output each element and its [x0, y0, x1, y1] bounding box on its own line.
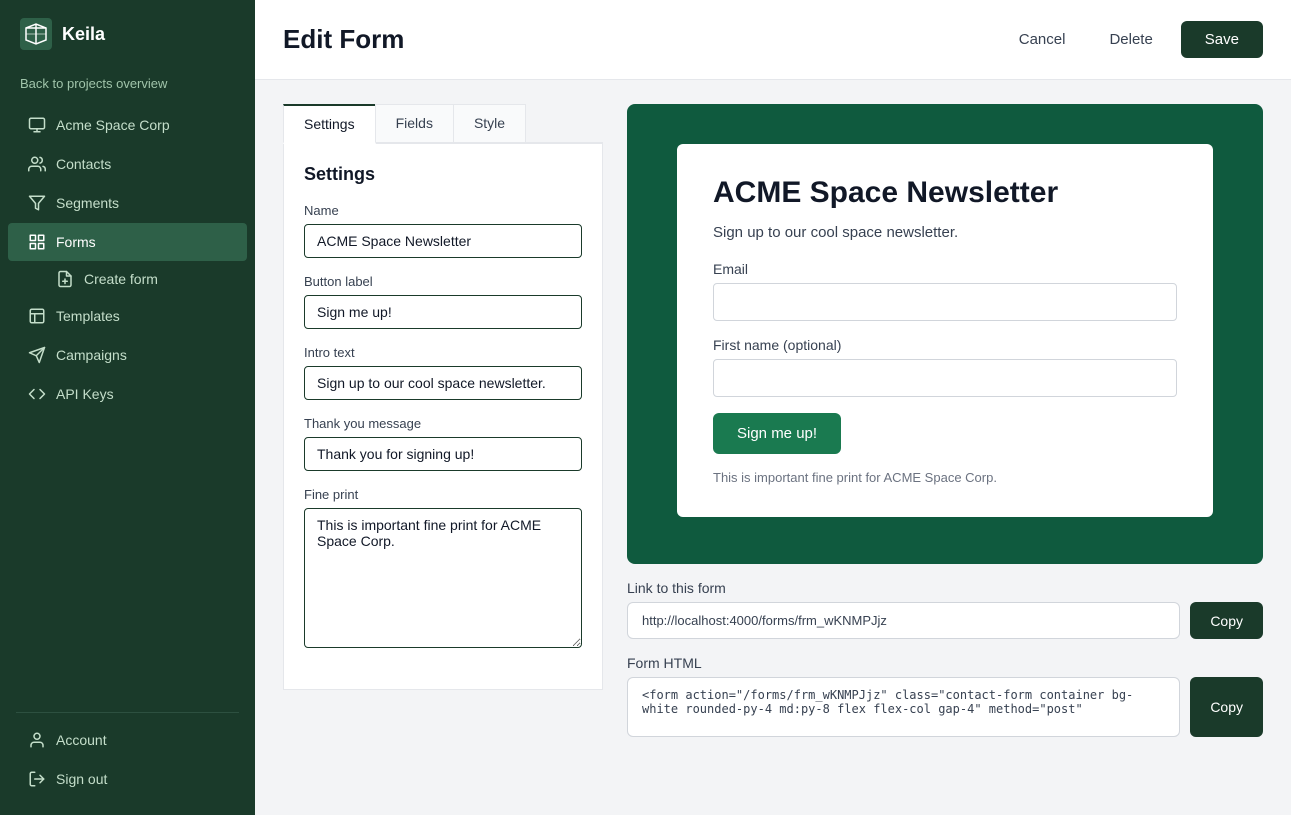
sidebar-item-label: Segments	[56, 195, 119, 211]
fine-print-label: Fine print	[304, 487, 582, 502]
html-row: <form action="/forms/frm_wKNMPJjz" class…	[627, 677, 1263, 737]
layout-icon	[28, 307, 46, 325]
preview-email-label: Email	[713, 261, 1177, 277]
preview-email-input[interactable]	[713, 283, 1177, 321]
header-actions: Cancel Delete Save	[1003, 21, 1263, 58]
button-label-group: Button label	[304, 274, 582, 329]
sidebar-item-account[interactable]: Account	[8, 721, 247, 759]
left-panel: Settings Fields Style Settings Name Butt…	[283, 104, 603, 690]
form-preview-card: ACME Space Newsletter Sign up to our coo…	[677, 144, 1213, 517]
tab-fields[interactable]: Fields	[375, 104, 454, 142]
tab-style[interactable]: Style	[453, 104, 526, 142]
sidebar-item-label: Forms	[56, 234, 96, 250]
sidebar-bottom: Account Sign out	[0, 704, 255, 815]
thank-you-input[interactable]	[304, 437, 582, 471]
sidebar-item-label: Templates	[56, 308, 120, 324]
link-section: Link to this form Copy	[627, 580, 1263, 639]
sidebar-item-acme[interactable]: Acme Space Corp	[8, 106, 247, 144]
sidebar-item-label: Acme Space Corp	[56, 117, 170, 133]
intro-label: Intro text	[304, 345, 582, 360]
back-to-projects-link[interactable]: Back to projects overview	[0, 68, 255, 105]
save-button[interactable]: Save	[1181, 21, 1263, 58]
log-out-icon	[28, 770, 46, 788]
intro-group: Intro text	[304, 345, 582, 400]
sidebar-item-campaigns[interactable]: Campaigns	[8, 336, 247, 374]
sidebar-item-api-keys[interactable]: API Keys	[8, 375, 247, 413]
sidebar-item-segments[interactable]: Segments	[8, 184, 247, 222]
html-section: Form HTML <form action="/forms/frm_wKNMP…	[627, 655, 1263, 737]
button-label-input[interactable]	[304, 295, 582, 329]
fine-print-group: Fine print This is important fine print …	[304, 487, 582, 653]
html-label: Form HTML	[627, 655, 1263, 671]
form-tabs: Settings Fields Style	[283, 104, 603, 144]
preview-title: ACME Space Newsletter	[713, 176, 1177, 210]
sidebar-item-sign-out[interactable]: Sign out	[8, 760, 247, 798]
logo-text: Keila	[62, 24, 105, 45]
link-input[interactable]	[627, 602, 1180, 639]
users-icon	[28, 155, 46, 173]
main-content: Edit Form Cancel Delete Save Settings Fi…	[255, 0, 1291, 815]
nav-section: Acme Space Corp Contacts Segments Forms …	[0, 105, 255, 704]
sidebar-item-label: Sign out	[56, 771, 107, 787]
right-panel: ACME Space Newsletter Sign up to our coo…	[627, 104, 1263, 737]
settings-title: Settings	[304, 164, 582, 185]
intro-input[interactable]	[304, 366, 582, 400]
content-area: Settings Fields Style Settings Name Butt…	[255, 80, 1291, 815]
thank-you-group: Thank you message	[304, 416, 582, 471]
preview-description: Sign up to our cool space newsletter.	[713, 224, 1177, 241]
monitor-icon	[28, 116, 46, 134]
thank-you-label: Thank you message	[304, 416, 582, 431]
delete-button[interactable]: Delete	[1093, 23, 1168, 56]
preview-first-name-label: First name (optional)	[713, 337, 1177, 353]
fine-print-textarea[interactable]: This is important fine print for ACME Sp…	[304, 508, 582, 648]
preview-submit-button[interactable]: Sign me up!	[713, 413, 841, 454]
preview-first-name-input[interactable]	[713, 359, 1177, 397]
file-plus-icon	[56, 270, 74, 288]
sidebar-divider	[16, 712, 239, 713]
name-label: Name	[304, 203, 582, 218]
preview-fine-print: This is important fine print for ACME Sp…	[713, 470, 1177, 485]
page-header: Edit Form Cancel Delete Save	[255, 0, 1291, 80]
link-row: Copy	[627, 602, 1263, 639]
sidebar-item-forms[interactable]: Forms	[8, 223, 247, 261]
copy-link-button[interactable]: Copy	[1190, 602, 1263, 639]
grid-icon	[28, 233, 46, 251]
sidebar-item-label: Contacts	[56, 156, 111, 172]
settings-panel: Settings Name Button label Intro text Th…	[283, 144, 603, 690]
button-label-label: Button label	[304, 274, 582, 289]
user-icon	[28, 731, 46, 749]
send-icon	[28, 346, 46, 364]
sidebar-item-create-form[interactable]: Create form	[8, 262, 247, 296]
sidebar-item-contacts[interactable]: Contacts	[8, 145, 247, 183]
page-title: Edit Form	[283, 24, 404, 55]
sidebar: Keila Back to projects overview Acme Spa…	[0, 0, 255, 815]
sidebar-item-label: API Keys	[56, 386, 114, 402]
logo-icon	[20, 18, 52, 50]
html-textarea[interactable]: <form action="/forms/frm_wKNMPJjz" class…	[627, 677, 1180, 737]
name-input[interactable]	[304, 224, 582, 258]
sidebar-item-templates[interactable]: Templates	[8, 297, 247, 335]
code-icon	[28, 385, 46, 403]
filter-icon	[28, 194, 46, 212]
sidebar-item-label: Account	[56, 732, 107, 748]
form-preview-container: ACME Space Newsletter Sign up to our coo…	[627, 104, 1263, 564]
name-group: Name	[304, 203, 582, 258]
cancel-button[interactable]: Cancel	[1003, 23, 1082, 56]
sidebar-item-label: Campaigns	[56, 347, 127, 363]
logo-area[interactable]: Keila	[0, 0, 255, 68]
sidebar-item-label: Create form	[84, 271, 158, 287]
link-label: Link to this form	[627, 580, 1263, 596]
copy-html-button[interactable]: Copy	[1190, 677, 1263, 737]
tab-settings[interactable]: Settings	[283, 104, 376, 144]
